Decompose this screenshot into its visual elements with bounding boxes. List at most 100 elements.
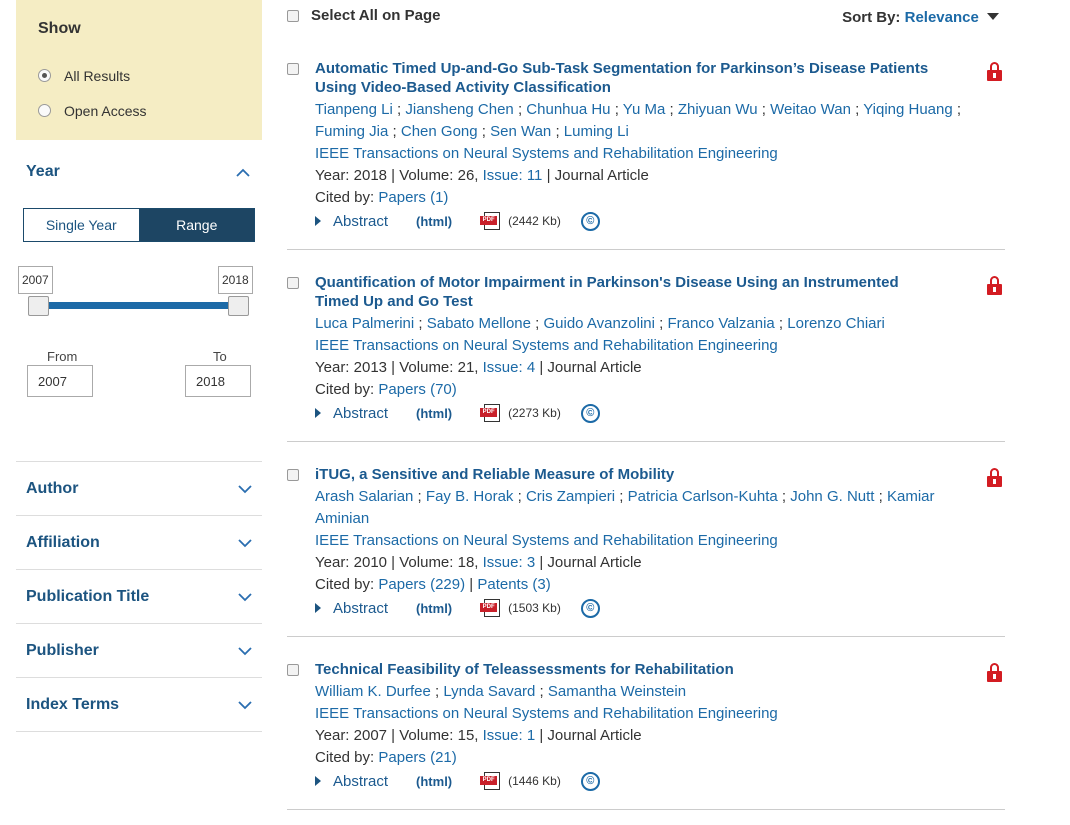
- abstract-toggle[interactable]: Abstract: [333, 405, 388, 422]
- author-link[interactable]: Sen Wan: [490, 123, 551, 140]
- author-link[interactable]: Luming Li: [564, 123, 629, 140]
- result-title[interactable]: Quantification of Motor Impairment in Pa…: [315, 273, 945, 311]
- caret-down-icon[interactable]: [987, 13, 999, 20]
- sort-by[interactable]: Sort By: Relevance: [842, 9, 999, 26]
- article-type: | Journal Article: [539, 359, 642, 376]
- author-link[interactable]: Lynda Savard: [443, 683, 535, 700]
- issue-link[interactable]: Issue: 4: [483, 359, 536, 376]
- journal-link[interactable]: IEEE Transactions on Neural Systems and …: [315, 703, 1005, 725]
- author-link[interactable]: Franco Valzania: [667, 315, 774, 332]
- expand-triangle-icon[interactable]: [315, 603, 321, 613]
- chevron-down-icon[interactable]: [238, 697, 252, 713]
- author-link[interactable]: Yiqing Huang: [863, 101, 953, 118]
- slider-track[interactable]: [38, 302, 238, 309]
- pdf-icon[interactable]: PDF: [480, 599, 502, 617]
- facet-index-terms[interactable]: Index Terms: [16, 678, 262, 732]
- facet-author[interactable]: Author: [16, 462, 262, 516]
- author-link[interactable]: Sabato Mellone: [427, 315, 531, 332]
- cited-papers-link[interactable]: Papers (229): [378, 576, 465, 593]
- author-link[interactable]: Cris Zampieri: [526, 488, 615, 505]
- pdf-link[interactable]: PDF (2442 Kb): [480, 212, 561, 230]
- author-link[interactable]: Jiansheng Chen: [405, 101, 513, 118]
- radio-button[interactable]: [38, 69, 51, 82]
- result-checkbox[interactable]: [287, 664, 299, 676]
- radio-button[interactable]: [38, 104, 51, 117]
- slider-high-handle[interactable]: [228, 296, 249, 316]
- chevron-down-icon[interactable]: [238, 643, 252, 659]
- radio-all-results[interactable]: All Results: [38, 58, 240, 93]
- year-facet-header[interactable]: Year: [16, 160, 262, 184]
- html-link[interactable]: (html): [416, 214, 452, 229]
- single-year-button[interactable]: Single Year: [24, 209, 139, 241]
- result-checkbox[interactable]: [287, 277, 299, 289]
- select-all[interactable]: Select All on Page: [287, 7, 441, 24]
- abstract-toggle[interactable]: Abstract: [333, 600, 388, 617]
- author-link[interactable]: Luca Palmerini: [315, 315, 414, 332]
- journal-link[interactable]: IEEE Transactions on Neural Systems and …: [315, 335, 1005, 357]
- pdf-icon[interactable]: PDF: [480, 212, 502, 230]
- pdf-link[interactable]: PDF (2273 Kb): [480, 404, 561, 422]
- cited-papers-link[interactable]: Papers (1): [378, 189, 448, 206]
- cited-patents-link[interactable]: Patents (3): [477, 576, 550, 593]
- html-link[interactable]: (html): [416, 774, 452, 789]
- result-checkbox[interactable]: [287, 63, 299, 75]
- author-link[interactable]: Fuming Jia: [315, 123, 388, 140]
- chevron-down-icon[interactable]: [238, 535, 252, 551]
- journal-link[interactable]: IEEE Transactions on Neural Systems and …: [315, 530, 1005, 552]
- pdf-link[interactable]: PDF (1446 Kb): [480, 772, 561, 790]
- author-link[interactable]: Weitao Wan: [770, 101, 851, 118]
- author-link[interactable]: William K. Durfee: [315, 683, 431, 700]
- journal-link[interactable]: IEEE Transactions on Neural Systems and …: [315, 143, 1005, 165]
- radio-open-access[interactable]: Open Access: [38, 93, 240, 128]
- html-link[interactable]: (html): [416, 406, 452, 421]
- facet-publication-title[interactable]: Publication Title: [16, 570, 262, 624]
- cited-papers-link[interactable]: Papers (21): [378, 749, 456, 766]
- copyright-icon[interactable]: ©: [580, 211, 600, 231]
- author-link[interactable]: Lorenzo Chiari: [787, 315, 885, 332]
- year-range-inputs: From To 2007 2018: [16, 349, 262, 421]
- author-link[interactable]: Arash Salarian: [315, 488, 413, 505]
- chevron-down-icon[interactable]: [238, 481, 252, 497]
- author-link[interactable]: John G. Nutt: [790, 488, 874, 505]
- abstract-toggle[interactable]: Abstract: [333, 773, 388, 790]
- pdf-icon[interactable]: PDF: [480, 772, 502, 790]
- copyright-icon[interactable]: ©: [580, 771, 600, 791]
- issue-link[interactable]: Issue: 11: [483, 167, 543, 184]
- expand-triangle-icon[interactable]: [315, 776, 321, 786]
- result-title[interactable]: Technical Feasibility of Teleassessments…: [315, 660, 945, 679]
- author-link[interactable]: Fay B. Horak: [426, 488, 514, 505]
- author-link[interactable]: Guido Avanzolini: [544, 315, 655, 332]
- select-all-checkbox[interactable]: [287, 9, 299, 22]
- copyright-icon[interactable]: ©: [580, 598, 600, 618]
- result-title[interactable]: Automatic Timed Up-and-Go Sub-Task Segme…: [315, 59, 945, 97]
- author-link[interactable]: Chunhua Hu: [526, 101, 610, 118]
- expand-triangle-icon[interactable]: [315, 216, 321, 226]
- slider-low-handle[interactable]: [28, 296, 49, 316]
- author-link[interactable]: Patricia Carlson-Kuhta: [628, 488, 778, 505]
- author-link[interactable]: Yu Ma: [623, 101, 666, 118]
- facet-affiliation[interactable]: Affiliation: [16, 516, 262, 570]
- author-link[interactable]: Tianpeng Li: [315, 101, 393, 118]
- pdf-icon[interactable]: PDF: [480, 404, 502, 422]
- chevron-down-icon[interactable]: [238, 589, 252, 605]
- cited-papers-link[interactable]: Papers (70): [378, 381, 456, 398]
- expand-triangle-icon[interactable]: [315, 408, 321, 418]
- issue-link[interactable]: Issue: 1: [483, 727, 536, 744]
- range-button[interactable]: Range: [138, 209, 254, 241]
- chevron-up-icon[interactable]: [236, 164, 250, 180]
- issue-link[interactable]: Issue: 3: [483, 554, 536, 571]
- author-link[interactable]: Zhiyuan Wu: [678, 101, 758, 118]
- html-link[interactable]: (html): [416, 601, 452, 616]
- copyright-icon[interactable]: ©: [580, 403, 600, 423]
- result-title[interactable]: iTUG, a Sensitive and Reliable Measure o…: [315, 465, 945, 484]
- sort-value[interactable]: Relevance: [905, 9, 979, 26]
- author-link[interactable]: Samantha Weinstein: [548, 683, 686, 700]
- facet-publisher[interactable]: Publisher: [16, 624, 262, 678]
- pdf-link[interactable]: PDF (1503 Kb): [480, 599, 561, 617]
- result-checkbox[interactable]: [287, 469, 299, 481]
- author-separator: ;: [551, 123, 564, 140]
- to-year-input[interactable]: 2018: [185, 365, 251, 397]
- abstract-toggle[interactable]: Abstract: [333, 213, 388, 230]
- author-link[interactable]: Chen Gong: [401, 123, 478, 140]
- from-year-input[interactable]: 2007: [27, 365, 93, 397]
